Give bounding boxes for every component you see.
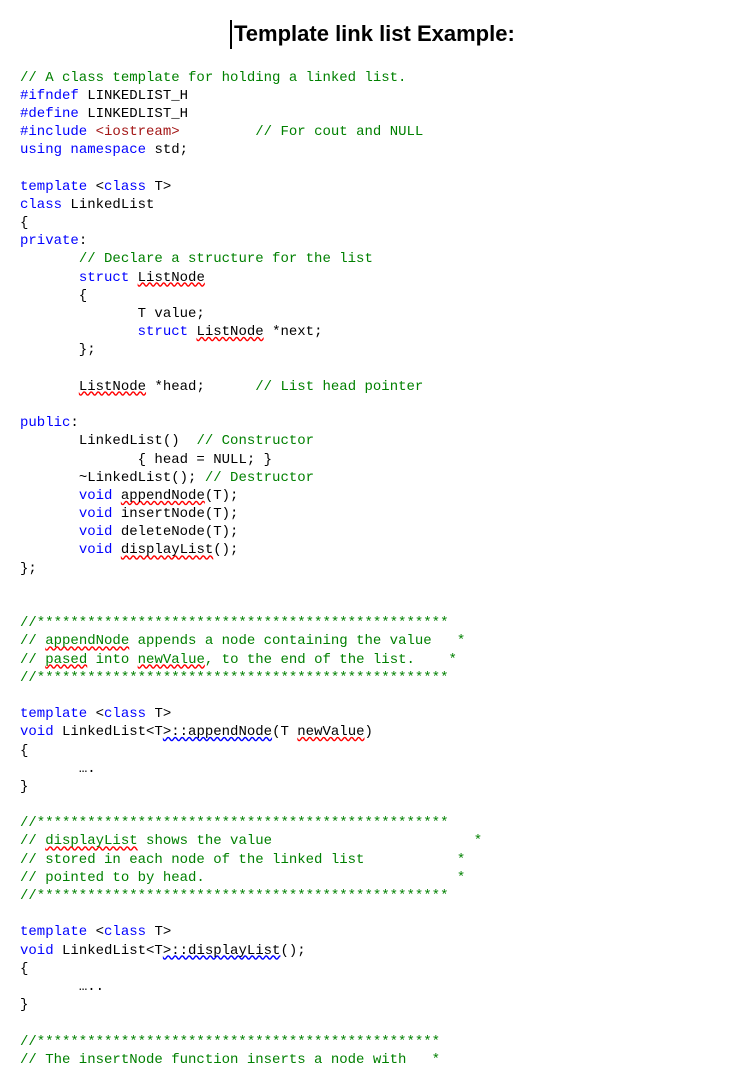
comment-line: // The insertNode function inserts a nod… [20, 1052, 440, 1068]
comment-line: //**************************************… [20, 815, 448, 831]
method: insertNode(T); [121, 506, 239, 522]
ident-flagged: newValue [297, 724, 364, 740]
guard: LINKEDLIST_H [87, 106, 188, 122]
comment-line: //**************************************… [20, 615, 448, 631]
ident-flagged: displayList [121, 542, 213, 558]
ident-flagged: >::appendNode [163, 724, 272, 740]
args: ) [365, 724, 373, 740]
guard: LINKEDLIST_H [87, 88, 188, 104]
comment-line: // Declare a structure for the list [79, 251, 373, 267]
comment-line: // [20, 633, 45, 649]
comment-line: // Destructor [205, 470, 314, 486]
keyword: class [104, 706, 146, 722]
comment-line: // stored in each node of the linked lis… [20, 852, 465, 868]
ident-flagged: ListNode [196, 324, 263, 340]
comment-line: //**************************************… [20, 670, 448, 686]
ident: T [154, 179, 162, 195]
keyword: struct [138, 324, 188, 340]
keyword: using [20, 142, 62, 158]
ident: std; [154, 142, 188, 158]
ctor-body: { head = NULL; } [138, 452, 272, 468]
comment-line: //**************************************… [20, 1034, 440, 1050]
ident: LinkedList<T [62, 943, 163, 959]
ident-flagged: >::displayList [163, 943, 281, 959]
ident-flagged: appendNode [121, 488, 205, 504]
keyword: void [79, 542, 113, 558]
comment-line: appends a node containing the value * [129, 633, 465, 649]
comment-line: shows the value * [138, 833, 482, 849]
args: (T); [205, 488, 239, 504]
args: (); [213, 542, 238, 558]
keyword: void [79, 524, 113, 540]
keyword: namespace [70, 142, 146, 158]
include-val: <iostream> [96, 124, 180, 140]
comment-line: // Constructor [196, 433, 314, 449]
comment-line: //**************************************… [20, 888, 448, 904]
comment-line: // For cout and NULL [255, 124, 423, 140]
field: T value; [138, 306, 205, 322]
keyword: public [20, 415, 70, 431]
comment-line: // [20, 833, 45, 849]
code-content: // A class template for holding a linked… [20, 69, 727, 1069]
page-title: Template link list Example: [230, 20, 515, 49]
dtor: ~LinkedList(); [79, 470, 197, 486]
method: deleteNode(T); [121, 524, 239, 540]
comment-line: into [87, 652, 137, 668]
comment-line: // A class template for holding a linked… [20, 70, 406, 86]
keyword: void [20, 943, 54, 959]
keyword: struct [79, 270, 129, 286]
ident: T [154, 706, 162, 722]
keyword: class [20, 197, 62, 213]
keyword: void [20, 724, 54, 740]
args: (T [272, 724, 297, 740]
field: *next; [272, 324, 322, 340]
keyword: void [79, 506, 113, 522]
ident-flagged: newValue [138, 652, 205, 668]
ident-flagged: displayList [45, 833, 137, 849]
ident: LinkedList [70, 197, 154, 213]
preproc: #define [20, 106, 79, 122]
ident-flagged: ListNode [79, 379, 146, 395]
comment-line: , to the end of the list. * [205, 652, 457, 668]
keyword: void [79, 488, 113, 504]
ident-flagged: ListNode [138, 270, 205, 286]
ident-flagged: pased [45, 652, 87, 668]
keyword: template [20, 924, 87, 940]
preproc: #include [20, 124, 87, 140]
comment-line: // List head pointer [255, 379, 423, 395]
ellipsis: …. [79, 761, 96, 777]
keyword: private [20, 233, 79, 249]
ident: LinkedList<T [62, 724, 163, 740]
args: (); [280, 943, 305, 959]
keyword: template [20, 179, 87, 195]
comment-line: // [20, 652, 45, 668]
ellipsis: ….. [79, 979, 104, 995]
comment-line: // pointed to by head. * [20, 870, 465, 886]
ident-flagged: appendNode [45, 633, 129, 649]
keyword: class [104, 179, 146, 195]
ctor: LinkedList() [79, 433, 180, 449]
keyword: class [104, 924, 146, 940]
preproc: #ifndef [20, 88, 79, 104]
ident: T [154, 924, 162, 940]
keyword: template [20, 706, 87, 722]
field: *head; [154, 379, 204, 395]
